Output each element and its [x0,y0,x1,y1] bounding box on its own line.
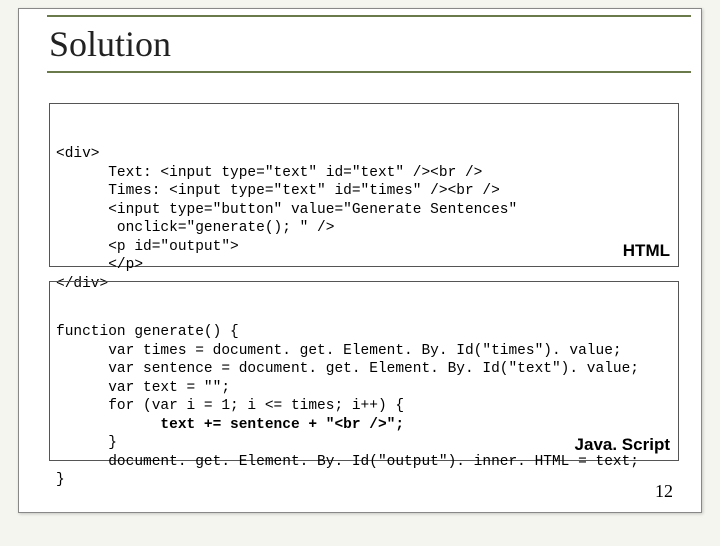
slide-title: Solution [49,23,171,65]
page-number: 12 [655,481,673,502]
slide: Solution <div> Text: <input type="text" … [18,8,702,513]
rule-top [47,15,691,17]
rule-under-title [47,71,691,73]
code-content-js: function generate() { var times = docume… [56,323,672,490]
lang-label-js: Java. Script [575,434,670,456]
code-box-js: function generate() { var times = docume… [49,281,679,461]
code-content-html: <div> Text: <input type="text" id="text"… [56,145,672,293]
code-box-html: <div> Text: <input type="text" id="text"… [49,103,679,267]
lang-label-html: HTML [623,240,670,262]
